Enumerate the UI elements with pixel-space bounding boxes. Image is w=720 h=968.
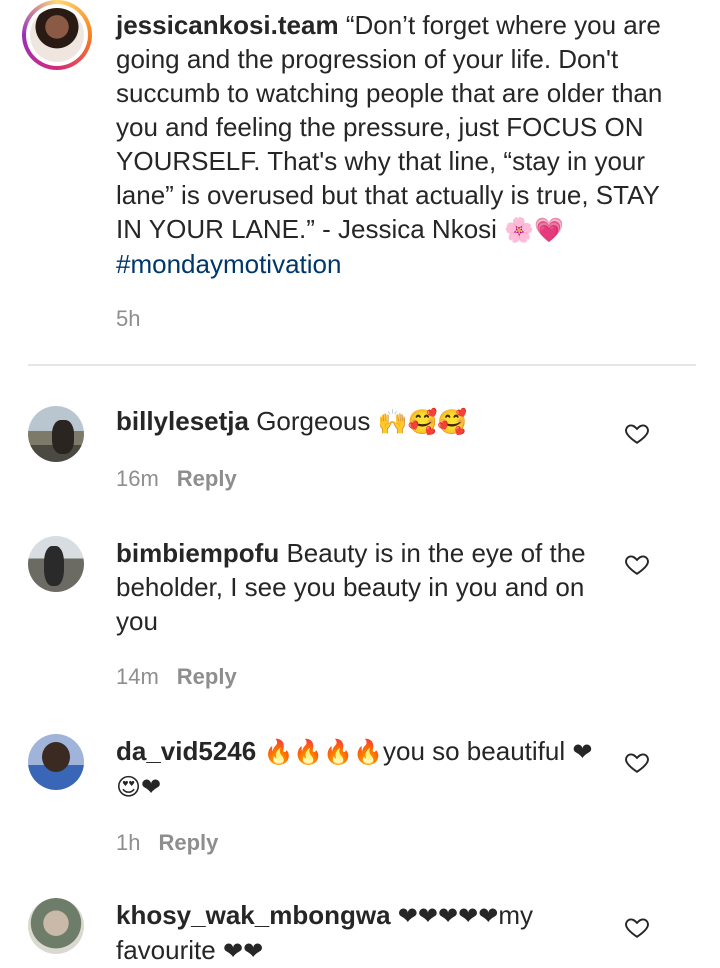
heart-outline-icon[interactable] (624, 914, 650, 940)
comment-timestamp: 14m (116, 664, 159, 689)
reply-button[interactable]: Reply (177, 466, 237, 491)
caption-text: “Don’t forget where you are going and th… (116, 10, 663, 244)
comment-body: khosy_wak_mbongwa ❤❤❤❤❤my favourite ❤❤ (116, 898, 616, 968)
post-author-username[interactable]: jessicankosi.team (116, 10, 339, 40)
post-author-avatar[interactable] (22, 0, 92, 70)
heart-outline-icon[interactable] (624, 420, 650, 446)
comment-text: you so beautiful (382, 736, 566, 766)
comment-username[interactable]: khosy_wak_mbongwa (116, 900, 391, 930)
heart-outline-icon[interactable] (624, 551, 650, 577)
comment-emojis: 🙌🥰🥰 (377, 408, 468, 436)
comment-body: billylesetja Gorgeous 🙌🥰🥰 (116, 404, 616, 439)
heart-outline-icon[interactable] (624, 749, 650, 775)
post-timestamp: 5h (116, 306, 141, 331)
comment-emojis: ❤❤❤❤❤ (397, 902, 499, 930)
post-caption: jessicankosi.team “Don’t forget where yo… (116, 8, 676, 281)
comment-meta: 14m Reply (116, 664, 237, 690)
reply-button[interactable]: Reply (177, 664, 237, 689)
comment-meta: 1h Reply (116, 830, 218, 856)
comment-emojis: 🔥🔥🔥🔥 (263, 738, 383, 766)
comment-timestamp: 16m (116, 466, 159, 491)
comment-body: bimbiempofu Beauty is in the eye of the … (116, 536, 616, 638)
comment-username[interactable]: da_vid5246 (116, 736, 256, 766)
comment-username[interactable]: bimbiempofu (116, 538, 279, 568)
comment-avatar[interactable] (28, 898, 84, 954)
comment-avatar[interactable] (28, 406, 84, 462)
comment-username[interactable]: billylesetja (116, 406, 249, 436)
divider (28, 364, 696, 366)
comment-text: Gorgeous (256, 406, 371, 436)
comment-timestamp: 1h (116, 830, 141, 855)
caption-emojis: 🌸💗 (504, 216, 564, 244)
comment-meta: 16m Reply (116, 466, 237, 492)
comment-emojis: ❤❤ (222, 937, 264, 965)
comment-avatar[interactable] (28, 734, 84, 790)
comment-avatar[interactable] (28, 536, 84, 592)
hashtag-link[interactable]: #mondaymotivation (116, 249, 341, 279)
reply-button[interactable]: Reply (158, 830, 218, 855)
comment-body: da_vid5246 🔥🔥🔥🔥you so beautiful ❤😍❤ (116, 734, 616, 804)
